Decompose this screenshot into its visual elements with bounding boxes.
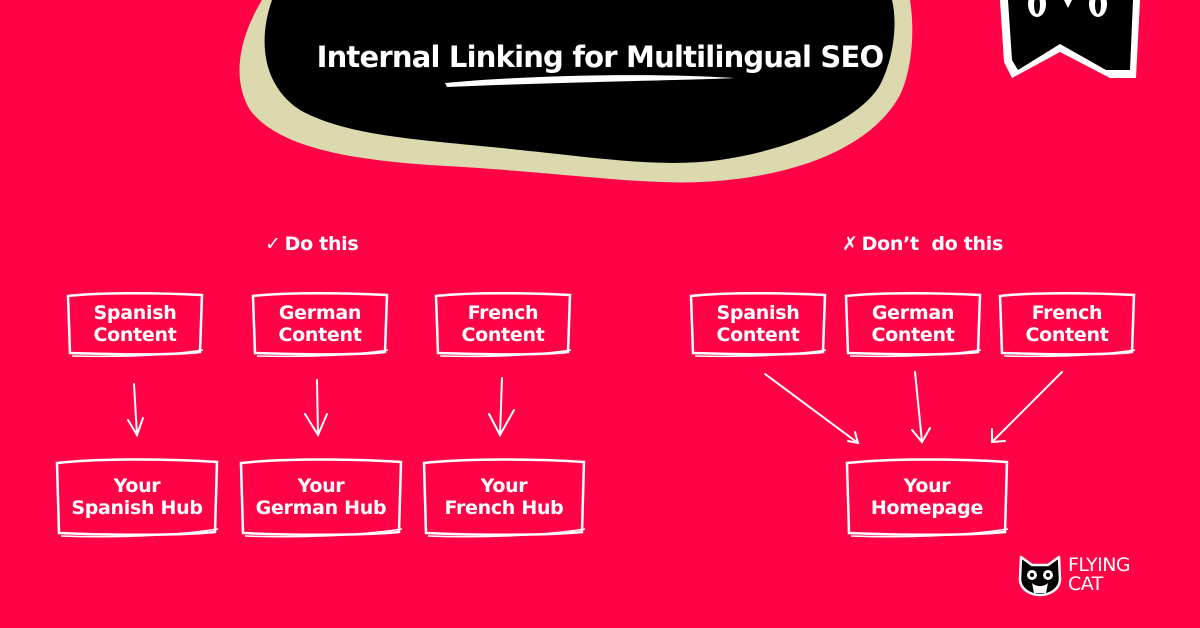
- node-label: Your Spanish Hub: [71, 475, 203, 519]
- do-target-spanish-hub: Your Spanish Hub: [53, 456, 221, 538]
- dont-source-spanish: Spanish Content: [687, 290, 829, 358]
- page-title: Internal Linking for Multilingual SEO: [0, 40, 1200, 74]
- title-text-3: SEO: [811, 40, 884, 74]
- node-label: Your French Hub: [444, 475, 564, 519]
- node-label: Your Homepage: [870, 475, 984, 519]
- node-label: Spanish Content: [93, 302, 177, 346]
- dont-source-french: French Content: [996, 290, 1138, 358]
- do-source-spanish: Spanish Content: [64, 290, 206, 358]
- do-target-french-hub: Your French Hub: [420, 456, 588, 538]
- node-label: French Content: [461, 302, 545, 346]
- do-target-german-hub: Your German Hub: [237, 456, 405, 538]
- node-label: German Content: [871, 302, 955, 346]
- dont-section-label: ✗ Don’t do this: [842, 233, 1003, 255]
- dont-source-german: German Content: [842, 290, 984, 358]
- title-text-underlined: Linking for Multilingual: [448, 40, 812, 74]
- cat-head-icon: [1018, 555, 1062, 597]
- brand-logo: FLYING CAT: [1018, 553, 1131, 597]
- cross-icon: ✗: [842, 233, 858, 255]
- do-source-french: French Content: [432, 290, 574, 358]
- title-text-1: Internal: [316, 40, 449, 74]
- node-label: French Content: [1025, 302, 1109, 346]
- do-source-german: German Content: [249, 290, 391, 358]
- node-label: Your German Hub: [255, 475, 387, 519]
- check-icon: ✓: [265, 233, 281, 255]
- brand-name: FLYING CAT: [1068, 554, 1131, 595]
- do-label-text: Do this: [284, 233, 359, 255]
- do-section-label: ✓ Do this: [265, 233, 359, 255]
- node-label: German Content: [278, 302, 362, 346]
- dont-label-text: Don’t do this: [861, 233, 1004, 255]
- dont-target-homepage: Your Homepage: [843, 456, 1011, 538]
- node-label: Spanish Content: [716, 302, 800, 346]
